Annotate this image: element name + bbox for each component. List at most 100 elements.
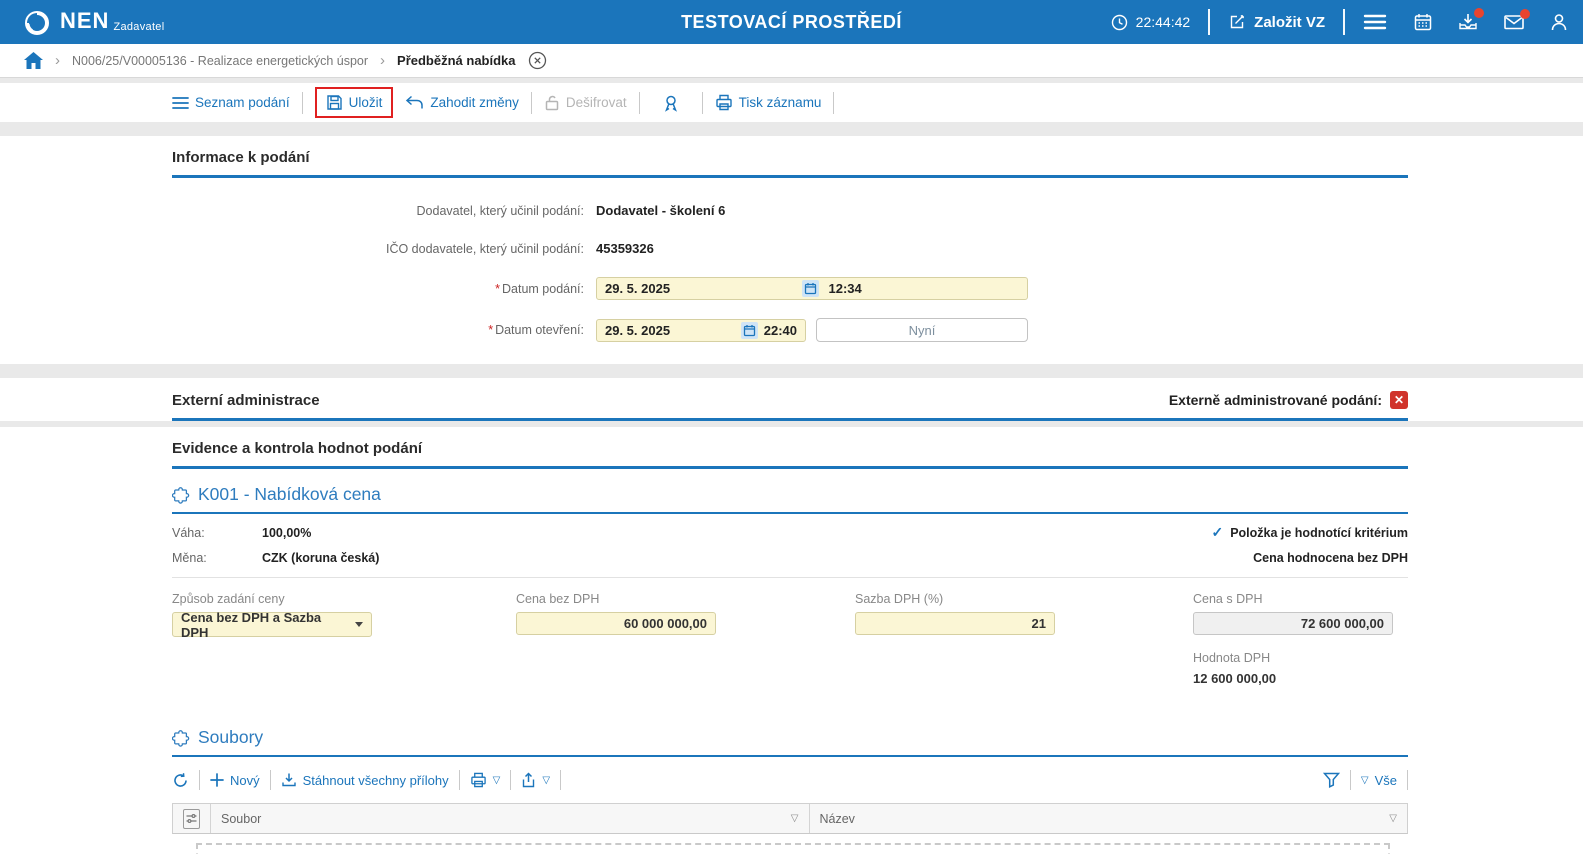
top-bar: NEN Zadavatel TESTOVACÍ PROSTŘEDÍ 22:44:…	[0, 0, 1583, 44]
submission-time-value[interactable]: 12:34	[825, 281, 1020, 296]
spacer	[0, 364, 1583, 378]
submission-date-label: *Datum podání:	[172, 282, 596, 296]
inbox-notification-dot	[1474, 8, 1484, 18]
price-incl-vat-input: 72 600 000,00	[1193, 612, 1393, 635]
external-admin-title: Externí administrace	[172, 392, 320, 409]
separator	[302, 92, 303, 114]
filter-all-button[interactable]: ▽ Vše	[1361, 773, 1397, 788]
spacer	[0, 122, 1583, 136]
column-header-nazev-label: Název	[820, 812, 855, 826]
column-filter-icon[interactable]: ▽	[1389, 813, 1397, 824]
opening-date-field[interactable]: 29. 5. 2025 22:40	[596, 319, 806, 342]
evaluation-note: Cena hodnocena bez DPH	[1253, 551, 1408, 565]
divider	[172, 577, 1408, 578]
calendar-picker-icon[interactable]	[741, 322, 758, 339]
home-icon[interactable]	[24, 52, 43, 69]
opening-date-value[interactable]: 29. 5. 2025	[605, 323, 735, 338]
required-marker: *	[488, 323, 493, 337]
check-icon: ✓	[1211, 524, 1223, 541]
create-vz-label: Založit VZ	[1254, 14, 1325, 31]
required-marker: *	[495, 282, 500, 296]
submission-date-field[interactable]: 29. 5. 2025 12:34	[596, 277, 1028, 300]
user-icon[interactable]	[1549, 12, 1569, 32]
evidence-panel: Evidence a kontrola hodnot podání K001 -…	[0, 427, 1583, 854]
opening-date-label-text: Datum otevření:	[495, 323, 584, 337]
files-title: Soubory	[198, 727, 263, 748]
inbox-download-icon[interactable]	[1457, 12, 1479, 32]
info-section-title: Informace k podání	[172, 149, 310, 166]
calendar-icon[interactable]	[1413, 12, 1433, 32]
external-admin-flag: Externě administrované podání: ✕	[1169, 391, 1408, 409]
evidence-section-title: Evidence a kontrola hodnot podání	[172, 440, 422, 457]
download-icon	[281, 772, 297, 788]
breadcrumb-level1[interactable]: N006/25/V00005136 - Realizace energetick…	[72, 54, 368, 68]
puzzle-icon	[172, 486, 190, 504]
clock-display: 22:44:42	[1111, 14, 1191, 31]
submission-date-value[interactable]: 29. 5. 2025	[605, 281, 796, 296]
separator	[1208, 9, 1210, 35]
clock-icon	[1111, 14, 1128, 31]
discard-changes-button[interactable]: Zahodit změny	[405, 95, 519, 110]
menu-icon[interactable]	[1363, 13, 1387, 31]
price-incl-vat-value: 72 600 000,00	[1301, 616, 1384, 631]
false-flag-icon[interactable]: ✕	[1390, 391, 1408, 409]
unlock-icon	[544, 94, 560, 111]
separator	[1343, 9, 1345, 35]
seznam-podani-button[interactable]: Seznam podání	[172, 95, 290, 110]
filter-icon[interactable]	[1323, 772, 1340, 788]
evidence-section-header: Evidence a kontrola hodnot podání	[172, 427, 1408, 469]
currency-label: Měna:	[172, 551, 262, 565]
download-all-label: Stáhnout všechny přílohy	[303, 773, 449, 788]
create-vz-button[interactable]: Založit VZ	[1228, 13, 1325, 31]
info-panel: Informace k podání Dodavatel, který učin…	[0, 136, 1583, 364]
price-excl-vat-input[interactable]: 60 000 000,00	[516, 612, 716, 635]
criterion-flag-label: Položka je hodnotící kritérium	[1230, 526, 1408, 540]
print-record-label: Tisk záznamu	[739, 95, 822, 110]
ico-label: IČO dodavatele, který učinil podání:	[172, 242, 596, 256]
save-icon	[326, 94, 343, 111]
separator	[560, 770, 561, 790]
mail-icon[interactable]	[1503, 13, 1525, 31]
external-admin-header: Externí administrace Externě administrov…	[172, 378, 1408, 421]
weight-value: 100,00%	[262, 526, 311, 540]
breadcrumb: › N006/25/V00005136 - Realizace energeti…	[0, 44, 1583, 77]
now-button[interactable]: Nyní	[816, 318, 1028, 342]
column-header-soubor[interactable]: Soubor ▽	[211, 804, 810, 833]
close-tab-icon[interactable]	[528, 51, 547, 70]
vat-amount-label: Hodnota DPH	[1193, 651, 1393, 665]
list-icon	[172, 96, 189, 110]
opening-time-value[interactable]: 22:40	[764, 323, 797, 338]
column-filter-icon[interactable]: ▽	[791, 813, 799, 824]
refresh-icon[interactable]	[172, 772, 189, 789]
files-header: Soubory	[172, 712, 1408, 757]
decrypt-button: Dešifrovat	[544, 94, 627, 111]
separator	[639, 92, 640, 114]
column-header-nazev[interactable]: Název ▽	[810, 804, 1408, 833]
seznam-podani-label: Seznam podání	[195, 95, 290, 110]
new-file-button[interactable]: Nový	[210, 773, 260, 788]
award-button[interactable]	[662, 94, 680, 112]
separator	[702, 92, 703, 114]
file-dropzone[interactable]: Místo pro vaše dokumenty	[196, 843, 1390, 854]
separator	[459, 770, 460, 790]
vat-amount-value: 12 600 000,00	[1193, 671, 1393, 686]
vat-rate-input[interactable]: 21	[855, 612, 1055, 635]
table-settings-cell[interactable]	[173, 804, 211, 833]
save-button[interactable]: Uložit	[326, 94, 383, 111]
breadcrumb-chevron: ›	[55, 52, 60, 69]
print-files-button[interactable]: ▽	[470, 772, 501, 788]
separator	[1407, 770, 1408, 790]
print-record-button[interactable]: Tisk záznamu	[715, 94, 822, 111]
vat-rate-label: Sazba DPH (%)	[855, 592, 1193, 606]
calendar-picker-icon[interactable]	[802, 280, 819, 297]
separator	[1350, 770, 1351, 790]
price-entry-mode-select[interactable]: Cena bez DPH a Sazba DPH	[172, 612, 372, 637]
printer-icon	[470, 772, 487, 788]
column-settings-icon[interactable]	[183, 809, 200, 829]
separator	[510, 770, 511, 790]
share-icon	[521, 772, 536, 788]
export-button[interactable]: ▽	[521, 772, 550, 788]
undo-icon	[405, 95, 424, 110]
download-all-button[interactable]: Stáhnout všechny přílohy	[281, 772, 449, 788]
column-header-soubor-label: Soubor	[221, 812, 261, 826]
